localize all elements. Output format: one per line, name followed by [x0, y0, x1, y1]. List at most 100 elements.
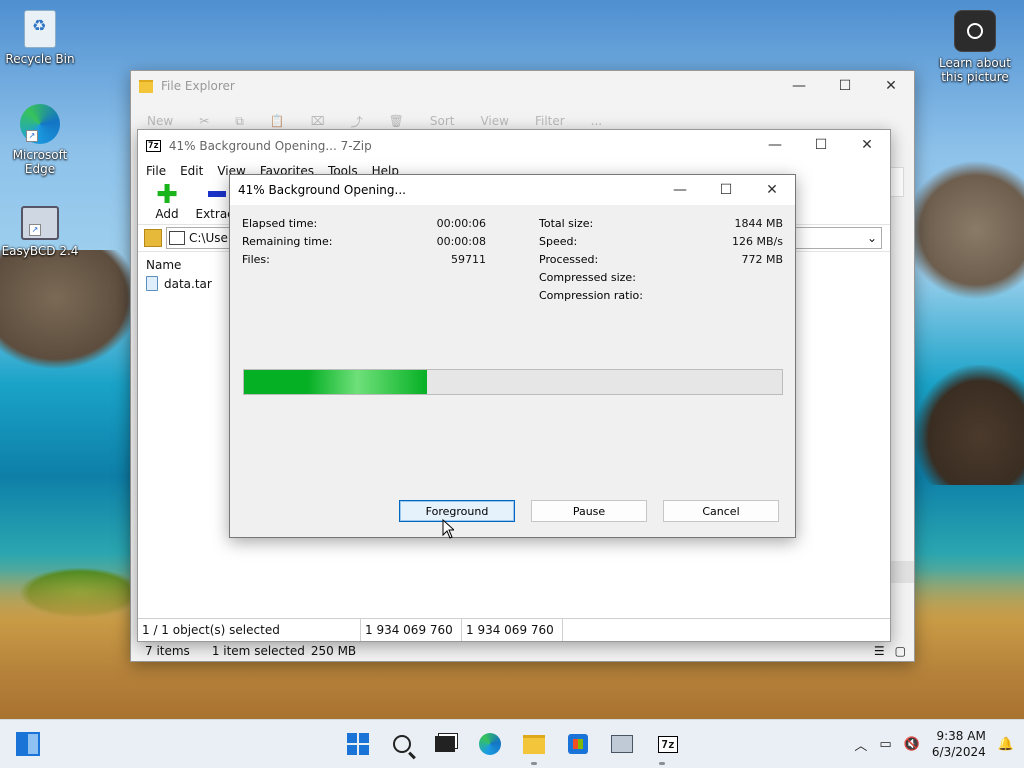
file-name: data.tar	[164, 276, 212, 291]
left-stats: Elapsed time: 00:00:06 Remaining time: 0…	[242, 217, 486, 271]
folder-up-icon[interactable]	[144, 229, 162, 247]
mouse-cursor-icon	[442, 519, 454, 539]
add-button[interactable]: ✚ Add	[144, 180, 190, 221]
search-icon	[393, 735, 411, 753]
status-size2: 1 934 069 760	[462, 619, 563, 641]
widgets-icon	[16, 732, 40, 756]
wallpaper-rock	[914, 365, 1024, 485]
toolbar-view[interactable]: View	[480, 114, 508, 128]
toolbar-filter[interactable]: Filter	[535, 114, 565, 128]
desktop-icon-learn-picture[interactable]: Learn about this picture	[935, 10, 1015, 84]
explorer-statusbar: 7 items 1 item selected 250 MB ☰ ▢	[131, 641, 914, 661]
dialog-title: 41% Background Opening...	[238, 183, 406, 197]
right-stats: Total size: 1844 MB Speed: 126 MB/s Proc…	[539, 217, 783, 307]
clock[interactable]: 9:38 AM 6/3/2024	[932, 728, 986, 760]
status-size1: 1 934 069 760	[361, 619, 462, 641]
stat-label: Remaining time:	[242, 235, 333, 248]
progress-bar	[243, 369, 783, 395]
maximize-button[interactable]: ☐	[822, 71, 868, 101]
taskbar: 7z ︿ ▭ 🔇 9:38 AM 6/3/2024 🔔	[0, 719, 1024, 768]
file-explorer-taskbar-button[interactable]	[522, 732, 546, 756]
stat-elapsed: Elapsed time: 00:00:06	[242, 217, 486, 235]
menu-edit[interactable]: Edit	[180, 164, 203, 178]
minimize-button[interactable]: —	[752, 130, 798, 160]
stat-speed: Speed: 126 MB/s	[539, 235, 783, 253]
explorer-scroll-area[interactable]	[890, 561, 914, 583]
task-view-button[interactable]	[433, 732, 457, 756]
pause-button[interactable]: Pause	[531, 500, 647, 522]
progress-fill	[244, 370, 427, 394]
stat-value: 1844 MB	[734, 217, 783, 230]
chevron-down-icon[interactable]: ⌄	[867, 231, 877, 245]
folder-icon	[523, 734, 545, 754]
active-indicator	[659, 762, 665, 765]
stat-label: Files:	[242, 253, 270, 266]
notification-icon[interactable]: 🔔	[998, 737, 1014, 752]
edge-taskbar-button[interactable]	[478, 732, 502, 756]
details-view-icon[interactable]: ☰	[874, 644, 885, 658]
task-view-icon	[435, 736, 455, 752]
minimize-button[interactable]: —	[776, 71, 822, 101]
recycle-bin-icon	[24, 10, 56, 48]
tiles-view-icon[interactable]: ▢	[895, 644, 906, 658]
stat-total-size: Total size: 1844 MB	[539, 217, 783, 235]
wallpaper-landmass-left	[0, 250, 140, 370]
chevron-up-icon[interactable]: ︿	[854, 735, 867, 754]
explorer-titlebar: File Explorer — ☐ ✕	[131, 71, 914, 101]
search-button[interactable]	[390, 732, 414, 756]
stat-processed: Processed: 772 MB	[539, 253, 783, 271]
7zip-titlebar: 7z 41% Background Opening... 7-Zip — ☐ ✕	[138, 130, 890, 162]
7zip-taskbar-button[interactable]: 7z	[654, 732, 682, 756]
desktop-icon-easybcd[interactable]: ↗ EasyBCD 2.4	[0, 206, 80, 258]
delete-icon[interactable]: 🗑	[389, 114, 404, 128]
stat-value: 772 MB	[741, 253, 783, 266]
stat-value: 00:00:08	[436, 235, 486, 248]
volume-mute-icon[interactable]: 🔇	[904, 737, 920, 752]
add-icon: ✚	[156, 180, 178, 210]
widgets-button[interactable]	[16, 732, 40, 756]
close-button[interactable]: ✕	[844, 130, 890, 160]
start-button[interactable]	[346, 732, 370, 756]
7zip-icon: 7z	[658, 735, 678, 753]
maximize-button[interactable]: ☐	[798, 130, 844, 160]
close-button[interactable]: ✕	[749, 175, 795, 205]
extract-icon	[208, 191, 226, 197]
store-icon	[568, 734, 588, 754]
status-selected: 1 / 1 object(s) selected	[138, 619, 361, 641]
toolbar-sort[interactable]: Sort	[430, 114, 455, 128]
7zip-statusbar: 1 / 1 object(s) selected 1 934 069 760 1…	[138, 618, 890, 641]
drive-icon	[169, 231, 185, 245]
copy-icon[interactable]: ⧉	[235, 114, 244, 129]
desktop-icon-label: Learn about this picture	[939, 56, 1011, 84]
desktop-icon-label: Recycle Bin	[5, 52, 75, 66]
address-text: C:\Use	[189, 231, 228, 245]
paste-icon[interactable]: 📋	[270, 114, 285, 128]
desktop-icon-edge[interactable]: ↗ Microsoft Edge	[0, 104, 80, 176]
menu-file[interactable]: File	[146, 164, 166, 178]
add-label: Add	[155, 207, 179, 221]
stat-compression-ratio: Compression ratio:	[539, 289, 783, 307]
system-tray: ︿ ▭ 🔇 9:38 AM 6/3/2024 🔔	[854, 720, 1024, 768]
close-button[interactable]: ✕	[868, 71, 914, 101]
share-icon[interactable]: ⤴	[351, 113, 363, 130]
store-taskbar-button[interactable]	[566, 732, 590, 756]
minimize-button[interactable]: —	[657, 175, 703, 205]
desktop-icon-label: Microsoft Edge	[12, 148, 68, 176]
stat-remaining: Remaining time: 00:00:08	[242, 235, 486, 253]
toolbar-new[interactable]: New	[147, 114, 173, 128]
stat-label: Elapsed time:	[242, 217, 318, 230]
file-icon	[146, 276, 158, 291]
cut-icon[interactable]: ✂	[199, 114, 209, 128]
stat-label: Processed:	[539, 253, 599, 266]
network-icon[interactable]: ▭	[879, 737, 891, 752]
desktop-icon-recycle-bin[interactable]: Recycle Bin	[0, 10, 80, 66]
maximize-button[interactable]: ☐	[703, 175, 749, 205]
foreground-button[interactable]: Foreground	[399, 500, 515, 522]
rename-icon[interactable]: ⌧	[311, 114, 325, 128]
status-selected: 1 item selected	[211, 644, 305, 658]
more-button[interactable]: ...	[591, 114, 602, 128]
cancel-button[interactable]: Cancel	[663, 500, 779, 522]
easybcd-taskbar-button[interactable]	[610, 732, 634, 756]
edge-icon: ↗	[20, 104, 60, 144]
wallpaper-landmass-right	[904, 160, 1024, 300]
